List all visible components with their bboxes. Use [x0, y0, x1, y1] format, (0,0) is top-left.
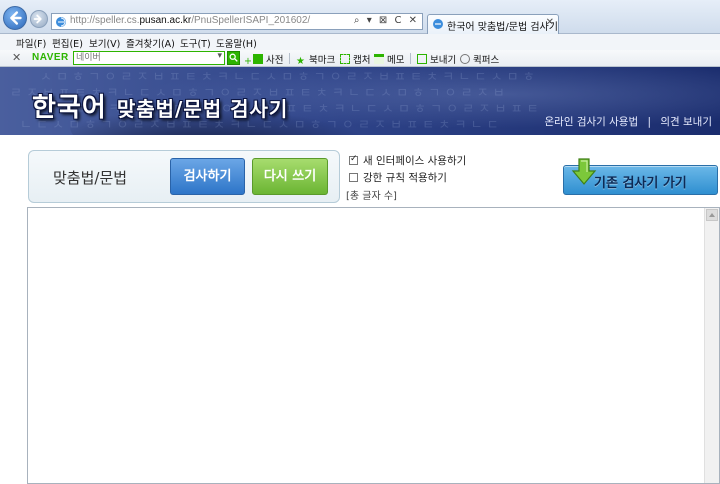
naver-search-input[interactable] — [76, 52, 206, 64]
scrollbar[interactable] — [704, 208, 719, 483]
capture-icon — [340, 54, 350, 64]
back-arrow-icon — [10, 11, 22, 25]
search-dropdown-icon[interactable]: ▾ — [217, 51, 222, 61]
site-banner: ㅅ ㅁ ㅎ ㄱ ㅇ ㄹ ㅈ ㅂ ㅍ ㅌ ㅊ ㅋ ㄴ ㄷ ㅅ ㅁ ㅎ ㄱ ㅇ ㄹ … — [0, 67, 720, 135]
scroll-up-arrow-icon[interactable] — [706, 209, 718, 221]
naver-logo[interactable]: NAVER — [32, 52, 69, 63]
toolbar-capture[interactable]: 캡처 — [340, 52, 370, 66]
page-title: 한국어 맞춤법/문법 검사기 — [32, 93, 289, 123]
char-count: [총 글자 수] — [346, 191, 397, 202]
magnifier-icon — [460, 54, 470, 64]
toolbar-memo[interactable]: 메모 — [374, 52, 404, 66]
forward-button[interactable] — [30, 10, 48, 28]
legacy-button-label: 기존 검사기 가기 — [594, 176, 687, 191]
url-tools-icons[interactable]: ⌕ ▾ ⊠ C ✕ — [354, 15, 419, 26]
menu-tools[interactable]: 도구(T) — [180, 36, 211, 50]
menu-bar: 파일(F) 편집(E) 보기(V) 즐겨찾기(A) 도구(T) 도움말(H) — [0, 34, 720, 50]
star-icon: ★ — [296, 56, 305, 67]
toolbar-quickpass[interactable]: 퀵퍼스 — [460, 52, 499, 66]
control-panel: 맞춤법/문법 검사하기 다시 쓰기 — [28, 150, 340, 203]
link-separator: | — [647, 116, 652, 128]
menu-help[interactable]: 도움말(H) — [216, 36, 257, 50]
feedback-link[interactable]: 의견 보내기 — [660, 116, 712, 128]
back-button[interactable] — [3, 6, 27, 30]
usage-guide-link[interactable]: 온라인 검사기 사용법 — [545, 116, 639, 128]
toolbar-bookmark[interactable]: ★ 북마크 — [296, 52, 335, 67]
reset-button[interactable]: 다시 쓰기 — [252, 158, 328, 195]
send-icon — [417, 54, 427, 64]
check-button[interactable]: 검사하기 — [170, 158, 245, 195]
text-input-area[interactable] — [27, 207, 720, 484]
tab-close-icon[interactable]: ✕ — [546, 17, 554, 28]
toolbar-dictionary[interactable]: + 사전 — [244, 52, 283, 67]
svg-text:ㅅ ㅁ ㅎ ㄱ ㅇ ㄹ ㅈ ㅂ ㅍ ㅌ ㅊ ㅋ ㄴ ㄷ ㅅ: ㅅ ㅁ ㅎ ㄱ ㅇ ㄹ ㅈ ㅂ ㅍ ㅌ ㅊ ㅋ ㄴ ㄷ ㅅ ㅁ ㅎ ㄱ ㅇ ㄹ … — [40, 70, 535, 85]
toolbar-send[interactable]: 보내기 — [417, 52, 456, 66]
text-input[interactable] — [28, 208, 704, 483]
menu-view[interactable]: 보기(V) — [89, 36, 120, 50]
naver-search-button[interactable] — [227, 51, 240, 65]
new-interface-checkbox[interactable] — [349, 154, 358, 165]
legacy-checker-button[interactable]: 기존 검사기 가기 — [563, 158, 718, 195]
menu-favorites[interactable]: 즐겨찾기(A) — [126, 36, 175, 50]
tab-title: 한국어 맞춤법/문법 검사기 — [447, 22, 558, 33]
tab-active[interactable]: 한국어 맞춤법/문법 검사기 ✕ — [427, 14, 559, 34]
section-title: 맞춤법/문법 — [53, 169, 128, 187]
strict-rules-label: 강한 규칙 적용하기 — [363, 172, 447, 184]
toolbar-divider — [410, 53, 411, 64]
menu-edit[interactable]: 편집(E) — [52, 36, 83, 50]
ie-tab-icon — [433, 19, 443, 29]
url-text: http://speller.cs.pusan.ac.kr/PnuSpeller… — [70, 15, 311, 26]
new-interface-label: 새 인터페이스 사용하기 — [363, 155, 467, 167]
naver-search-box[interactable]: ▾ — [73, 51, 225, 65]
banner-links: 온라인 검사기 사용법 | 의견 보내기 — [545, 114, 713, 129]
option-new-interface[interactable]: 새 인터페이스 사용하기 — [349, 153, 466, 168]
toolbar-divider — [289, 53, 290, 64]
forward-arrow-icon — [33, 14, 42, 24]
url-field[interactable]: http://speller.cs.pusan.ac.kr/PnuSpeller… — [51, 13, 423, 30]
toolbar-close-icon[interactable]: ✕ — [12, 51, 21, 64]
strict-rules-checkbox[interactable] — [349, 173, 358, 182]
option-strict-rules[interactable]: 강한 규칙 적용하기 — [349, 170, 447, 185]
plus-icon: + — [244, 56, 252, 67]
naver-toolbar: ✕ NAVER ▾ +사전 ★북마크 캡처 메모 보내기 퀵퍼스 — [0, 50, 720, 67]
menu-file[interactable]: 파일(F) — [16, 36, 46, 50]
dictionary-icon — [253, 54, 263, 64]
search-icon — [229, 53, 238, 62]
checker-controls: 맞춤법/문법 검사하기 다시 쓰기 새 인터페이스 사용하기 강한 규칙 적용하… — [0, 135, 720, 209]
memo-icon — [374, 54, 384, 64]
ie-page-icon — [56, 17, 66, 27]
browser-address-bar: http://speller.cs.pusan.ac.kr/PnuSpeller… — [0, 0, 720, 34]
